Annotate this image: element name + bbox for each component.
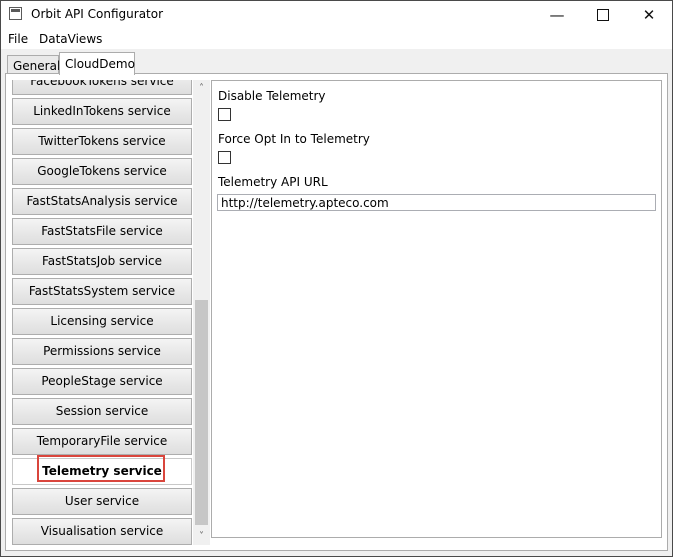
scroll-up-icon[interactable]: ˄ (193, 80, 210, 97)
service-list-scrollbar[interactable]: ˄ ˅ (193, 80, 210, 545)
app-window-icon (9, 7, 22, 20)
disable-telemetry-checkbox[interactable] (218, 108, 231, 121)
force-opt-in-checkbox[interactable] (218, 151, 231, 164)
service-list: FacebookTokens service LinkedInTokens ser… (8, 80, 210, 545)
service-item-8[interactable]: Licensing service (12, 308, 192, 335)
service-item-14[interactable]: User service (12, 488, 192, 515)
scroll-thumb[interactable] (195, 300, 208, 525)
telemetry-api-url-input[interactable] (217, 194, 656, 211)
service-item-12[interactable]: TemporaryFile service (12, 428, 192, 455)
window-title: Orbit API Configurator (31, 7, 164, 21)
telemetry-settings-panel: Disable Telemetry Force Opt In to Teleme… (211, 80, 662, 538)
service-item-0[interactable]: FacebookTokens service (12, 80, 192, 95)
scroll-down-icon[interactable]: ˅ (193, 528, 210, 545)
service-item-2[interactable]: TwitterTokens service (12, 128, 192, 155)
menu-bar: File DataViews (1, 29, 672, 49)
service-item-6[interactable]: FastStatsJob service (12, 248, 192, 275)
disable-telemetry-label: Disable Telemetry (218, 89, 326, 103)
menu-dataviews[interactable]: DataViews (39, 32, 102, 46)
maximize-button[interactable] (580, 1, 626, 29)
service-item-1[interactable]: LinkedInTokens service (12, 98, 192, 125)
title-bar: Orbit API Configurator — ✕ (1, 1, 672, 29)
service-item-4[interactable]: FastStatsAnalysis service (12, 188, 192, 215)
service-item-11[interactable]: Session service (12, 398, 192, 425)
menu-file[interactable]: File (8, 32, 28, 46)
service-item-13[interactable]: Telemetry service (12, 458, 192, 485)
close-button[interactable]: ✕ (626, 1, 672, 29)
minimize-button[interactable]: — (534, 1, 580, 29)
service-item-3[interactable]: GoogleTokens service (12, 158, 192, 185)
telemetry-api-url-label: Telemetry API URL (218, 175, 328, 189)
force-opt-in-label: Force Opt In to Telemetry (218, 132, 370, 146)
maximize-icon (597, 8, 609, 21)
tab-general[interactable]: General (7, 55, 60, 74)
service-item-7[interactable]: FastStatsSystem service (12, 278, 192, 305)
service-item-15[interactable]: Visualisation service (12, 518, 192, 545)
service-item-10[interactable]: PeopleStage service (12, 368, 192, 395)
service-item-5[interactable]: FastStatsFile service (12, 218, 192, 245)
service-item-9[interactable]: Permissions service (12, 338, 192, 365)
tab-clouddemo[interactable]: CloudDemo (59, 52, 135, 75)
